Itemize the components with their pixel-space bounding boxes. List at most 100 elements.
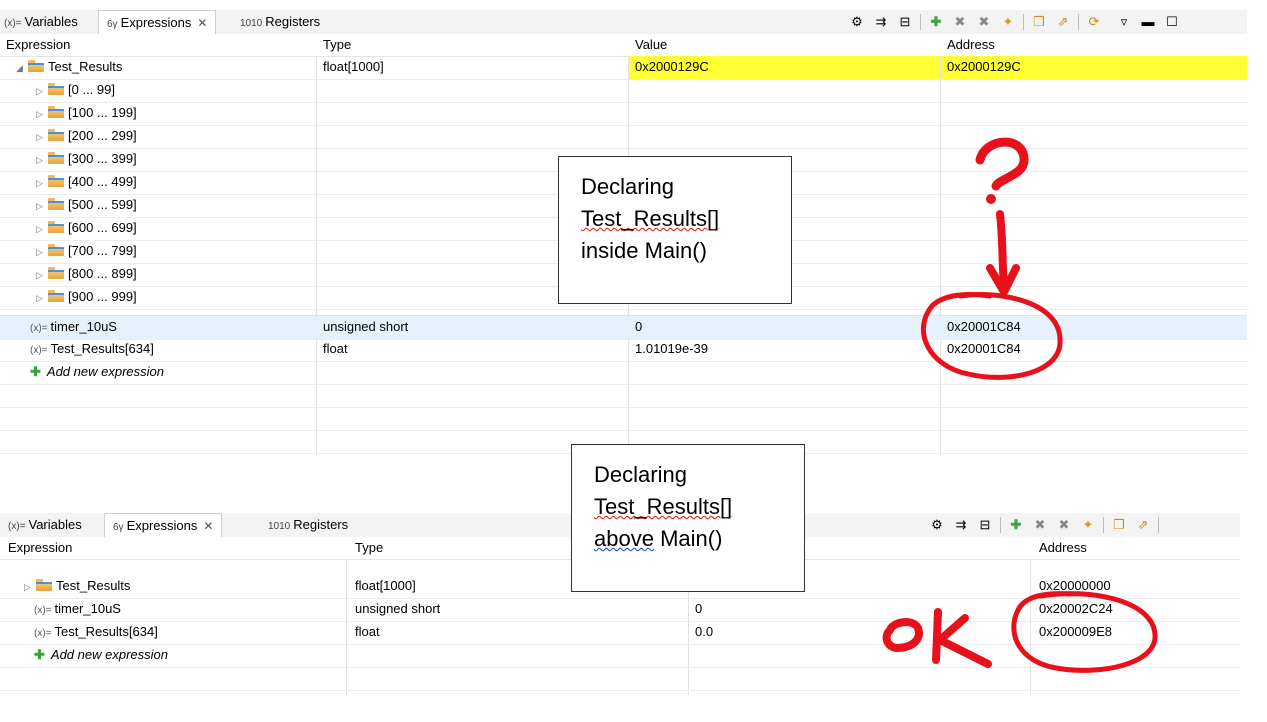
export-icon[interactable]: ⇗ xyxy=(1134,516,1152,534)
variable-icon: (x)= xyxy=(30,323,48,334)
collapsed-arrow-icon[interactable]: ▷ xyxy=(36,241,48,263)
registers-icon: 1010 xyxy=(268,521,291,532)
maximize-icon[interactable]: ☐ xyxy=(1163,13,1181,31)
tab-expressions[interactable]: 6γ Expressions ✕ xyxy=(104,513,223,537)
table-row[interactable]: (x)= timer_10uS unsigned short 0 0x20001C… xyxy=(0,315,1247,340)
expression-cell: ◢ Test_Results xyxy=(16,56,122,79)
remove-all-icon[interactable]: ✖ xyxy=(975,13,993,31)
collapsed-arrow-icon[interactable]: ▷ xyxy=(36,218,48,240)
export-icon[interactable]: ⇗ xyxy=(1054,13,1072,31)
registers-icon: 1010 xyxy=(240,18,263,29)
expanded-arrow-icon[interactable]: ◢ xyxy=(16,57,28,79)
column-header-expression[interactable]: Expression xyxy=(6,34,70,56)
variable-icon: (x)= xyxy=(34,605,52,616)
show-type-names-icon[interactable]: ⚙ xyxy=(848,13,866,31)
collapsed-arrow-icon[interactable]: ▷ xyxy=(36,149,48,171)
value-cell[interactable]: 0 xyxy=(695,598,702,621)
address-cell: 0x20000000 xyxy=(1039,578,1111,593)
table-row[interactable]: ▷ [100 ... 199] xyxy=(0,102,1247,126)
tab-registers[interactable]: 1010 Registers xyxy=(268,513,348,537)
collapsed-arrow-icon[interactable]: ▷ xyxy=(36,80,48,102)
array-folder-icon xyxy=(48,221,64,233)
show-logical-structure-icon[interactable]: ⇉ xyxy=(872,13,890,31)
tab-registers[interactable]: 1010 Registers xyxy=(240,10,320,34)
column-header-address[interactable]: Address xyxy=(947,34,995,56)
expression-name: [0 ... 99] xyxy=(68,82,115,97)
remove-expression-icon[interactable]: ✖ xyxy=(1031,516,1049,534)
table-row[interactable]: ◢ Test_Results float[1000] 0x2000129C 0x2… xyxy=(0,56,1247,80)
value-cell[interactable]: 0.0 xyxy=(695,621,713,644)
expression-cell: ▷ [300 ... 399] xyxy=(36,148,137,171)
collapsed-arrow-icon[interactable]: ▷ xyxy=(36,172,48,194)
add-expression-row[interactable]: ✚ Add new expression xyxy=(0,644,1240,668)
collapsed-arrow-icon[interactable]: ▷ xyxy=(36,264,48,286)
address-cell: 0x2000129C xyxy=(941,56,1247,79)
variable-icon: (x)= xyxy=(30,345,48,356)
toolbar-separator xyxy=(1158,517,1159,533)
type-cell: unsigned short xyxy=(323,319,409,334)
tab-label: Variables xyxy=(24,14,78,29)
expressions-icon: 6γ xyxy=(107,19,118,30)
array-folder-icon xyxy=(48,267,64,279)
new-window-icon[interactable]: ❐ xyxy=(1110,516,1128,534)
column-header-expression[interactable]: Expression xyxy=(8,537,72,559)
expression-name: [900 ... 999] xyxy=(68,289,137,304)
variable-icon: (x)= xyxy=(34,628,52,639)
note-line: Declaring xyxy=(594,462,687,487)
refresh-icon[interactable]: ✦ xyxy=(999,13,1017,31)
collapsed-arrow-icon[interactable]: ▷ xyxy=(36,126,48,148)
toolbar-separator xyxy=(1103,517,1104,533)
value-cell[interactable]: 1.01019e-39 xyxy=(635,338,708,361)
view-menu-icon[interactable]: ▿ xyxy=(1115,13,1133,31)
minimize-icon[interactable]: ▬ xyxy=(1139,13,1157,31)
note-line: Test_Results[] xyxy=(581,206,720,231)
close-icon[interactable]: ✕ xyxy=(197,16,207,30)
value-cell[interactable]: 0x2000129C xyxy=(629,56,940,79)
column-header-type[interactable]: Type xyxy=(323,34,351,56)
tab-label: Registers xyxy=(293,517,349,532)
add-expression-icon[interactable]: ✚ xyxy=(1007,516,1025,534)
expression-name: timer_10uS xyxy=(54,601,121,616)
expression-cell: ▷ [800 ... 899] xyxy=(36,263,137,286)
tab-variables[interactable]: (x)= Variables xyxy=(8,513,82,537)
show-logical-structure-icon[interactable]: ⇉ xyxy=(952,516,970,534)
add-expression-row[interactable]: ✚ Add new expression xyxy=(0,361,1247,385)
table-row[interactable]: (x)= Test_Results[634] float 0.0 0x200009… xyxy=(0,621,1240,645)
expression-cell: ▷ [700 ... 799] xyxy=(36,240,137,263)
new-window-icon[interactable]: ❐ xyxy=(1030,13,1048,31)
address-cell: 0x200009E8 xyxy=(1039,624,1113,639)
tab-expressions[interactable]: 6γ Expressions ✕ xyxy=(98,10,217,34)
collapse-all-icon[interactable]: ⊟ xyxy=(896,13,914,31)
remove-all-icon[interactable]: ✖ xyxy=(1055,516,1073,534)
array-folder-icon xyxy=(48,129,64,141)
address-cell: 0x20002C24 xyxy=(1039,601,1113,616)
expression-cell: ✚ Add new expression xyxy=(30,361,164,384)
value-cell[interactable]: 0 xyxy=(635,316,642,339)
column-header-value[interactable]: Value xyxy=(635,34,667,56)
add-expression-label: Add new expression xyxy=(46,364,164,379)
add-expression-icon[interactable]: ✚ xyxy=(927,13,945,31)
close-icon[interactable]: ✕ xyxy=(203,519,213,533)
expression-name: Test_Results[634] xyxy=(54,624,158,639)
collapsed-arrow-icon[interactable]: ▷ xyxy=(36,103,48,125)
expression-name: [700 ... 799] xyxy=(68,243,137,258)
column-header-address[interactable]: Address xyxy=(1039,537,1087,559)
collapse-all-icon[interactable]: ⊟ xyxy=(976,516,994,534)
column-header-type[interactable]: Type xyxy=(355,537,383,559)
table-row[interactable]: ▷ [0 ... 99] xyxy=(0,79,1247,103)
table-row[interactable]: ▷ [200 ... 299] xyxy=(0,125,1247,149)
variables-icon: (x)= xyxy=(8,521,26,532)
collapsed-arrow-icon[interactable]: ▷ xyxy=(36,287,48,309)
array-folder-icon xyxy=(48,175,64,187)
collapsed-arrow-icon[interactable]: ▷ xyxy=(36,195,48,217)
remove-expression-icon[interactable]: ✖ xyxy=(951,13,969,31)
note-line: Declaring xyxy=(581,174,674,199)
show-type-names-icon[interactable]: ⚙ xyxy=(928,516,946,534)
table-row[interactable]: (x)= Test_Results[634] float 1.01019e-39 … xyxy=(0,338,1247,362)
collapsed-arrow-icon[interactable]: ▷ xyxy=(24,576,36,598)
refresh-icon[interactable]: ✦ xyxy=(1079,516,1097,534)
tab-variables[interactable]: (x)= Variables xyxy=(4,10,78,34)
expression-name: [200 ... 299] xyxy=(68,128,137,143)
table-row[interactable]: (x)= timer_10uS unsigned short 0 0x20002C… xyxy=(0,598,1240,622)
sync-icon[interactable]: ⟳ xyxy=(1085,13,1103,31)
